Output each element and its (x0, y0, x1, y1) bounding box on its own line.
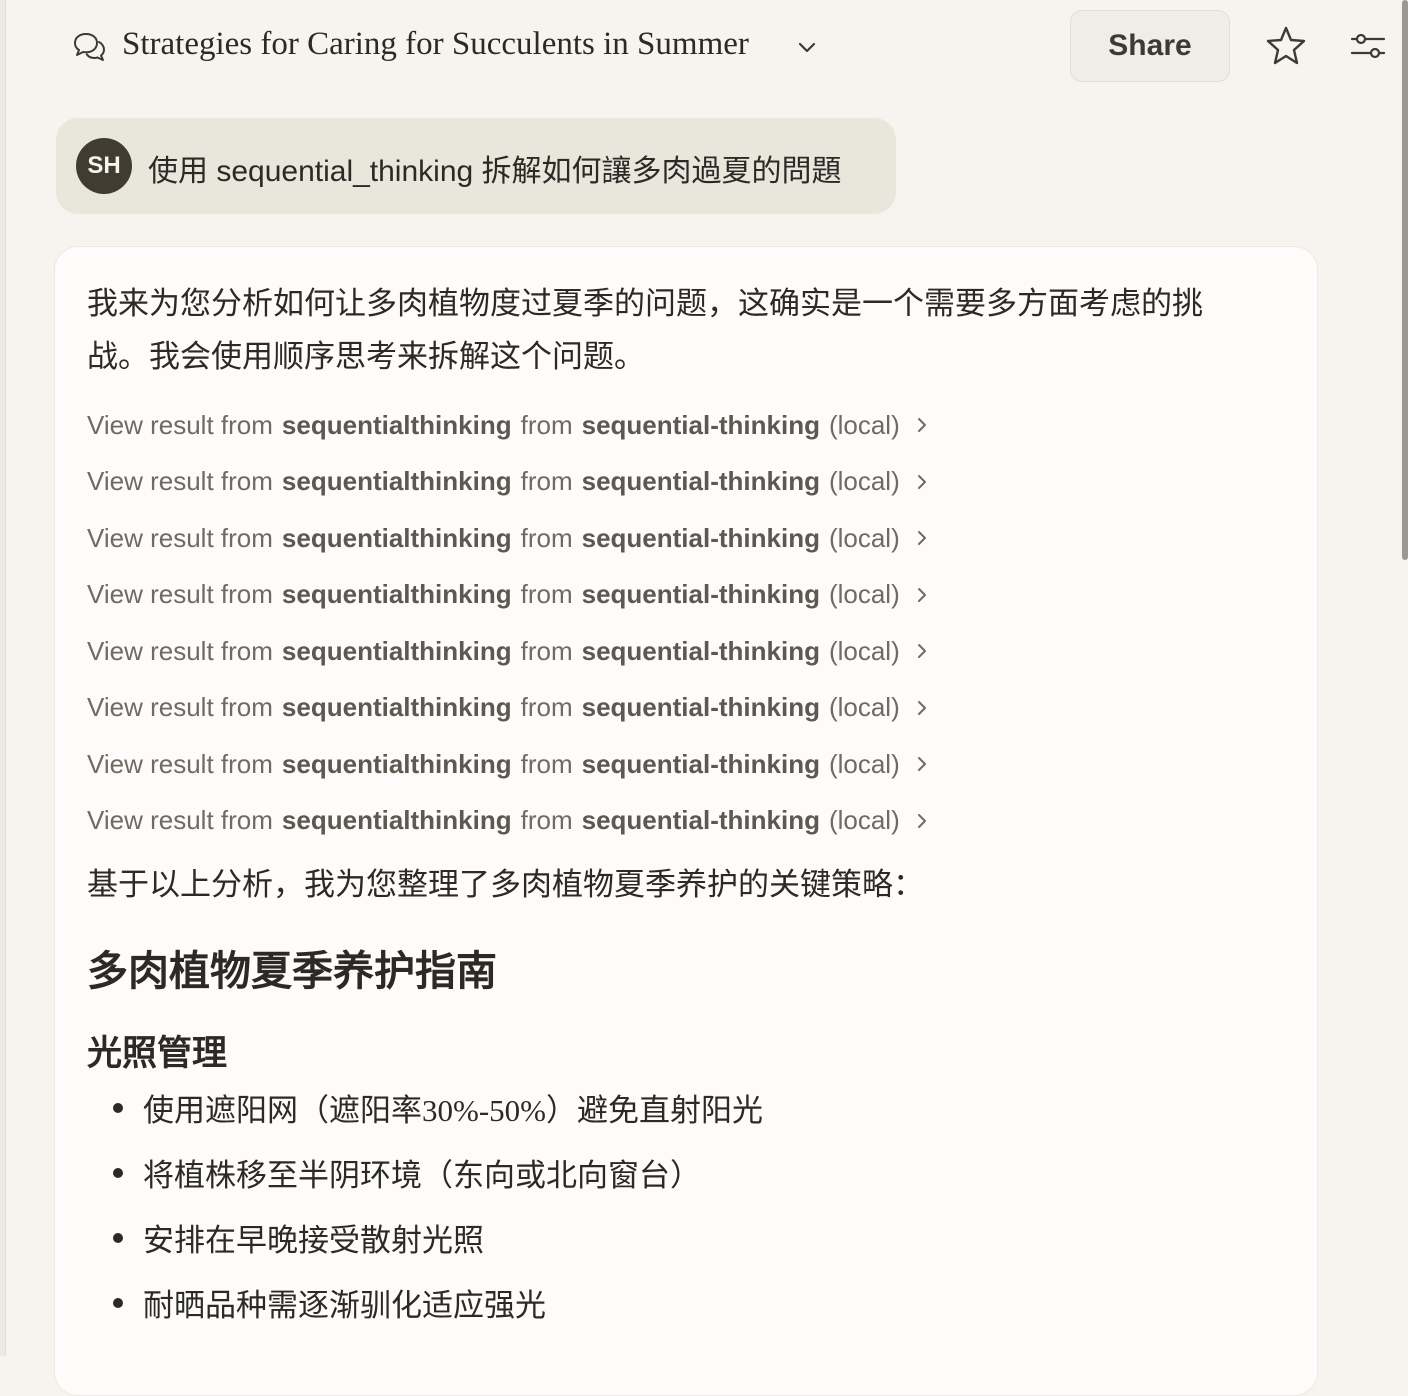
chevron-right-icon (917, 757, 926, 772)
tool-result-list: View result from sequentialthinking from… (87, 397, 930, 849)
bullet-dot (113, 1232, 123, 1243)
chevron-down-icon[interactable] (796, 38, 818, 56)
user-message-text: 使用 sequential_thinking 拆解如何讓多肉過夏的問題 (148, 155, 842, 188)
share-button[interactable]: Share (1070, 10, 1230, 82)
response-summary: 基于以上分析，我为您整理了多肉植物夏季养护的关键策略： (87, 867, 924, 902)
list-item: 耐晒品种需逐渐驯化适应强光 (87, 1270, 763, 1335)
chevron-right-icon (917, 587, 926, 602)
bullet-dot (113, 1102, 123, 1113)
tool-result-link[interactable]: View result from sequentialthinking from… (87, 623, 930, 680)
tool-result-link[interactable]: View result from sequentialthinking from… (87, 510, 930, 567)
chevron-right-icon (917, 700, 926, 715)
list-item: 将植株移至半阴环境（东向或北向窗台） (87, 1140, 763, 1205)
tool-result-link[interactable]: View result from sequentialthinking from… (87, 454, 930, 511)
scrollbar-thumb[interactable] (1402, 0, 1408, 560)
avatar[interactable]: SH (76, 138, 132, 194)
tool-result-link[interactable]: View result from sequentialthinking from… (87, 736, 930, 793)
chevron-right-icon (917, 644, 926, 659)
user-message: SH 使用 sequential_thinking 拆解如何讓多肉過夏的問題 (56, 118, 896, 214)
sliders-icon[interactable] (1348, 26, 1388, 66)
chevron-right-icon (917, 418, 926, 433)
list-item: 安排在早晚接受散射光照 (87, 1205, 763, 1270)
sidebar-edge (0, 0, 6, 1356)
chevron-right-icon (917, 474, 926, 489)
bullet-list: 使用遮阳网（遮阳率30%-50%）避免直射阳光 将植株移至半阴环境（东向或北向窗… (87, 1075, 763, 1335)
tool-result-link[interactable]: View result from sequentialthinking from… (87, 567, 930, 624)
response-intro: 我来为您分析如何让多肉植物度过夏季的问题，这确实是一个需要多方面考虑的挑战。我会… (87, 286, 1203, 374)
chevron-right-icon (917, 531, 926, 546)
tool-result-link[interactable]: View result from sequentialthinking from… (87, 680, 930, 737)
assistant-response: 我来为您分析如何让多肉植物度过夏季的问题，这确实是一个需要多方面考虑的挑战。我会… (54, 246, 1318, 1396)
chevron-right-icon (917, 813, 926, 828)
bullet-dot (113, 1167, 123, 1178)
bullet-dot (113, 1297, 123, 1308)
tool-result-link[interactable]: View result from sequentialthinking from… (87, 793, 930, 850)
conversation-title[interactable]: Strategies for Caring for Succulents in … (122, 26, 749, 63)
section-heading: 光照管理 (87, 1034, 228, 1073)
chat-bubbles-icon (74, 33, 105, 61)
guide-heading: 多肉植物夏季养护指南 (87, 948, 497, 994)
tool-result-link[interactable]: View result from sequentialthinking from… (87, 397, 930, 454)
list-item: 使用遮阳网（遮阳率30%-50%）避免直射阳光 (87, 1075, 763, 1140)
star-icon[interactable] (1264, 24, 1308, 68)
chat-header: Strategies for Caring for Succulents in … (6, 0, 1402, 95)
